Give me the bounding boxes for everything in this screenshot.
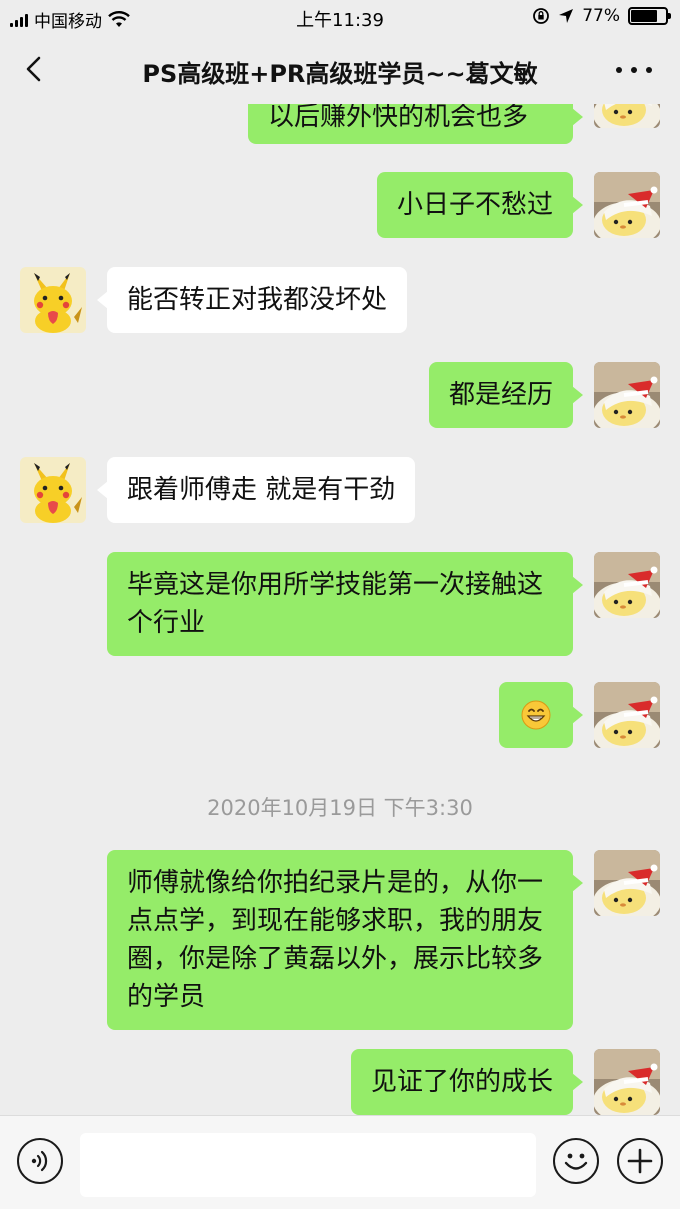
message-bubble-incoming[interactable]: 跟着师傅走 就是有干劲 [96, 457, 416, 523]
input-bar [0, 1115, 680, 1209]
self-avatar[interactable] [594, 362, 660, 428]
chat-title: PS高级班+PR高级班学员~~葛文敏 [142, 60, 538, 88]
back-icon[interactable] [20, 54, 50, 84]
contact-avatar[interactable] [20, 457, 86, 523]
message-bubble-outgoing[interactable]: 毕竟这是你用所学技能第一次接触这个行业 [107, 552, 583, 656]
emoji-icon [564, 1153, 588, 1170]
message-bubble-outgoing[interactable] [499, 682, 583, 748]
emoji-button[interactable] [553, 1138, 599, 1184]
message-bubble-outgoing[interactable]: 师傅就像给你拍纪录片是的，从你一点点学，到现在能够求职，我的朋友圈，你是除了黄磊… [107, 850, 583, 1030]
self-avatar[interactable] [594, 682, 660, 748]
more-icon[interactable] [616, 58, 652, 82]
plus-button[interactable] [617, 1138, 663, 1184]
battery-fill [631, 10, 658, 22]
message-bubble-outgoing[interactable]: 以后赚外快的机会也多 [248, 104, 583, 144]
status-bar: 中国移动 上午11:39 77% [0, 0, 680, 36]
voice-icon [31, 1150, 48, 1172]
message-text: 小日子不愁过 [396, 190, 553, 220]
message-text: 能否转正对我都没坏处 [127, 285, 388, 315]
message-text: 跟着师傅走 就是有干劲 [127, 475, 396, 505]
chat-area[interactable]: 以后赚外快的机会也多 小日子不愁过 能否转正对我都没坏处 都是经历 跟着师傅走 … [0, 104, 680, 1115]
message-text: 见证了你的成长 [370, 1067, 553, 1097]
self-avatar[interactable] [594, 552, 660, 618]
plus-icon [627, 1148, 653, 1174]
message-text: 毕竟这是你用所学技能第一次接触这个行业 [127, 570, 544, 638]
contact-avatar[interactable] [20, 267, 86, 333]
self-avatar[interactable] [594, 172, 660, 238]
grinning-face-icon [521, 700, 551, 730]
status-right: 77% [532, 6, 671, 26]
self-avatar[interactable] [594, 1049, 660, 1115]
message-text: 以后赚外快的机会也多 [268, 104, 529, 132]
message-text: 师傅就像给你拍纪录片是的，从你一点点学，到现在能够求职，我的朋友圈，你是除了黄磊… [127, 868, 544, 1012]
self-avatar[interactable] [594, 104, 660, 128]
message-text: 都是经历 [448, 380, 553, 410]
message-bubble-incoming[interactable]: 能否转正对我都没坏处 [96, 267, 408, 333]
voice-button[interactable] [17, 1138, 63, 1184]
battery-percent: 77% [582, 6, 620, 26]
message-bubble-outgoing[interactable]: 小日子不愁过 [376, 172, 584, 238]
message-input[interactable] [80, 1133, 536, 1197]
nav-bar: PS高级班+PR高级班学员~~葛文敏 [0, 36, 680, 104]
chat-timestamp: 2020年10月19日 下午3:30 [207, 796, 473, 820]
message-bubble-outgoing[interactable]: 见证了你的成长 [350, 1049, 584, 1115]
battery-icon [628, 7, 671, 25]
self-avatar[interactable] [594, 850, 660, 916]
message-bubble-outgoing[interactable]: 都是经历 [428, 362, 584, 428]
location-icon [559, 9, 574, 23]
orientation-lock-icon [533, 8, 550, 24]
